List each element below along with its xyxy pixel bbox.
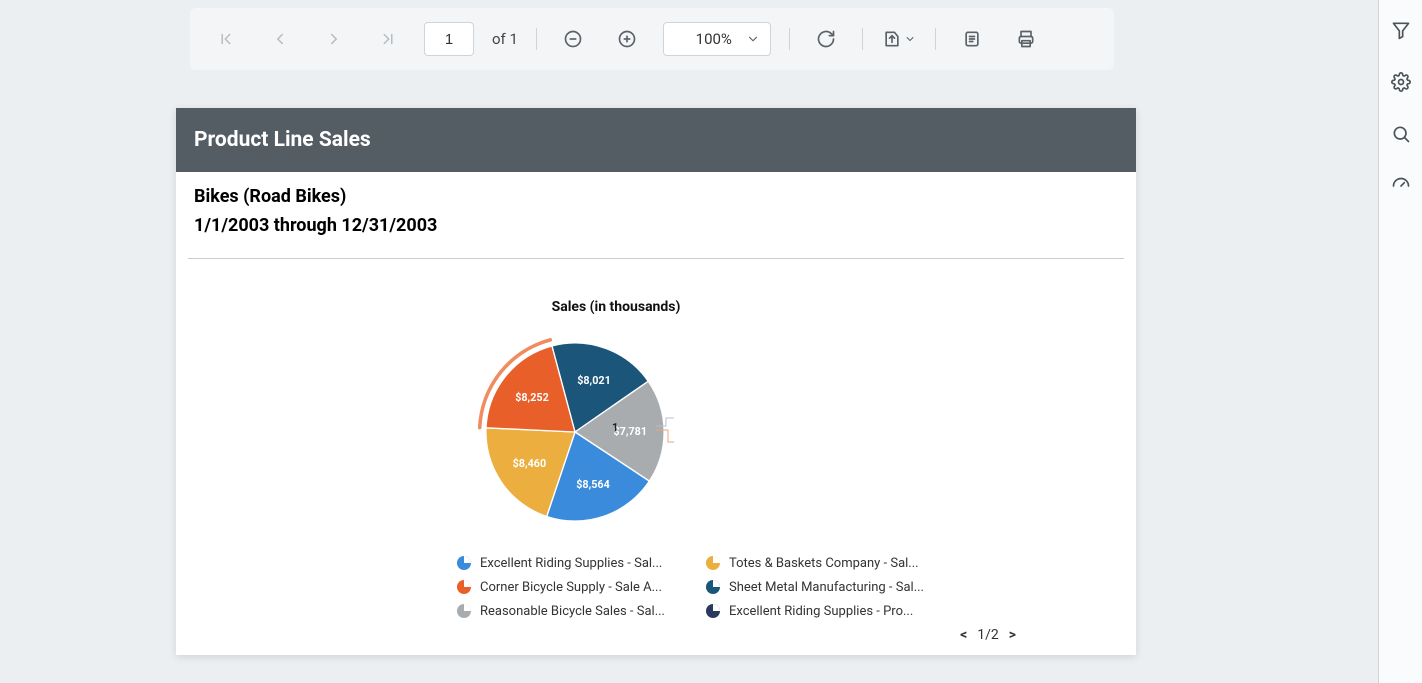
legend-label: Excellent Riding Supplies - Sal...: [480, 556, 662, 571]
legend-item: Excellent Riding Supplies - Sal...: [456, 555, 665, 571]
toolbar-separator: [862, 28, 863, 50]
legend-label: Sheet Metal Manufacturing - Sal...: [729, 580, 924, 595]
export-button[interactable]: [881, 21, 917, 57]
page-of-label: of 1: [492, 30, 518, 48]
slice-value-label: $8,252: [515, 391, 549, 404]
slice-value-label: $8,564: [576, 478, 610, 491]
print-button[interactable]: [1008, 21, 1044, 57]
report-toolbar: of 1 100%: [190, 8, 1114, 70]
page-number-input[interactable]: [424, 22, 474, 56]
legend-item: Sheet Metal Manufacturing - Sal...: [705, 579, 924, 595]
chart-legend: Excellent Riding Supplies - Sal... Corne…: [456, 555, 1136, 619]
chevron-down-icon: [746, 32, 760, 46]
report-subtitle-1: Bikes (Road Bikes): [176, 172, 1136, 211]
pie-icon: [705, 555, 721, 571]
first-page-button[interactable]: [208, 21, 244, 57]
zoom-value-label: 100%: [674, 30, 736, 48]
legend-column: Excellent Riding Supplies - Sal... Corne…: [456, 555, 665, 619]
report-subtitle-2: 1/1/2003 through 12/31/2003: [176, 211, 1136, 240]
zoom-in-button[interactable]: [609, 21, 645, 57]
legend-label: Excellent Riding Supplies - Pro...: [729, 604, 913, 619]
toolbar-separator: [536, 28, 537, 50]
settings-button[interactable]: [1389, 70, 1413, 94]
search-button[interactable]: [1389, 122, 1413, 146]
legend-prev-button[interactable]: <: [960, 627, 967, 643]
last-page-button[interactable]: [370, 21, 406, 57]
report-title: Product Line Sales: [176, 108, 1136, 172]
document-map-button[interactable]: [954, 21, 990, 57]
callout-leader-icon: [656, 418, 676, 448]
legend-column: Totes & Baskets Company - Sal... Sheet M…: [705, 555, 924, 619]
legend-page-label: 1/2: [977, 627, 999, 643]
toolbar-separator: [789, 28, 790, 50]
slice-value-label: $8,460: [513, 457, 547, 470]
pie-chart: $8,021 $7,781 $8,564 $8,460 $8,252 1: [476, 333, 674, 531]
slice-value-label: $7,781: [613, 425, 647, 438]
slice-callout-one: 1: [612, 421, 618, 434]
legend-item: Totes & Baskets Company - Sal...: [705, 555, 924, 571]
chevron-down-icon: [904, 33, 916, 45]
main-canvas: of 1 100% Product Line Sales B: [0, 0, 1378, 683]
filter-button[interactable]: [1389, 18, 1413, 42]
report-page: Product Line Sales Bikes (Road Bikes) 1/…: [176, 108, 1136, 655]
pie-icon: [456, 603, 472, 619]
legend-item: Corner Bicycle Supply - Sale A...: [456, 579, 665, 595]
pie-icon: [456, 579, 472, 595]
legend-label: Reasonable Bicycle Sales - Sal...: [480, 604, 665, 619]
next-page-button[interactable]: [316, 21, 352, 57]
right-sidebar: [1378, 0, 1422, 683]
pie-icon: [705, 603, 721, 619]
chart-container: Sales (in thousands) $8,021$7,781$8,564$…: [176, 259, 1136, 655]
refresh-button[interactable]: [808, 21, 844, 57]
pie-icon: [456, 555, 472, 571]
legend-next-button[interactable]: >: [1009, 627, 1016, 643]
pie-icon: [705, 579, 721, 595]
legend-item: Excellent Riding Supplies - Pro...: [705, 603, 924, 619]
legend-label: Corner Bicycle Supply - Sale A...: [480, 580, 662, 595]
toolbar-separator: [935, 28, 936, 50]
legend-label: Totes & Baskets Company - Sal...: [729, 556, 919, 571]
slice-value-label: $8,021: [577, 374, 611, 387]
performance-button[interactable]: [1389, 174, 1413, 198]
legend-pager: < 1/2 >: [176, 619, 1136, 655]
legend-item: Reasonable Bicycle Sales - Sal...: [456, 603, 665, 619]
prev-page-button[interactable]: [262, 21, 298, 57]
zoom-out-button[interactable]: [555, 21, 591, 57]
chart-title: Sales (in thousands): [316, 299, 916, 315]
zoom-level-select[interactable]: 100%: [663, 22, 771, 56]
